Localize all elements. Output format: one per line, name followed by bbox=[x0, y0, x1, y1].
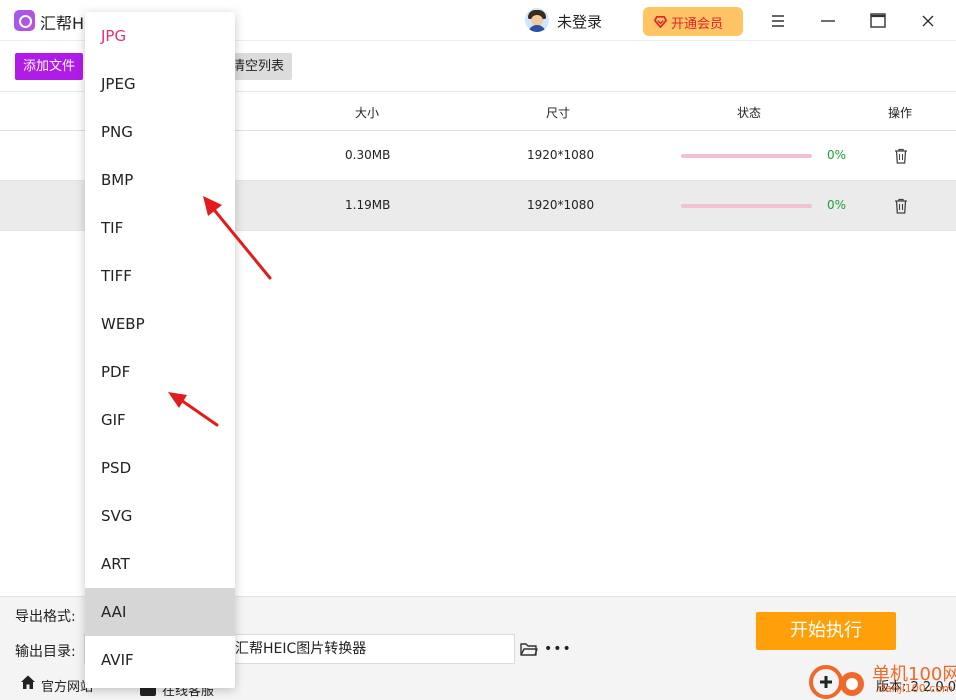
format-option-jpeg[interactable]: JPEG bbox=[85, 60, 235, 108]
add-file-button[interactable]: 添加文件 bbox=[15, 53, 83, 80]
format-option-aai[interactable]: AAI bbox=[85, 588, 235, 636]
file-size: 0.30MB bbox=[345, 148, 391, 162]
file-dimensions: 1920*1080 bbox=[527, 148, 595, 162]
format-option-jpg[interactable]: JPG bbox=[85, 12, 235, 60]
watermark-logo-icon bbox=[809, 665, 864, 699]
trash-icon[interactable] bbox=[894, 198, 908, 214]
format-option-art[interactable]: ART bbox=[85, 540, 235, 588]
column-header-actions: 操作 bbox=[888, 106, 913, 120]
start-button[interactable]: 开始执行 bbox=[756, 612, 896, 650]
trash-icon[interactable] bbox=[894, 148, 908, 164]
progress-bar bbox=[681, 204, 812, 208]
vip-label: 开通会员 bbox=[671, 17, 724, 32]
format-option-webp[interactable]: WEBP bbox=[85, 300, 235, 348]
minimize-icon[interactable] bbox=[817, 10, 839, 32]
format-option-svg[interactable]: SVG bbox=[85, 492, 235, 540]
column-header-status: 状态 bbox=[737, 106, 762, 120]
column-header-size: 大小 bbox=[355, 106, 380, 120]
maximize-icon[interactable] bbox=[867, 10, 889, 32]
column-header-dimensions: 尺寸 bbox=[546, 106, 571, 120]
login-label[interactable]: 未登录 bbox=[557, 11, 602, 32]
progress-text: 0% bbox=[827, 198, 847, 212]
format-option-pdf[interactable]: PDF bbox=[85, 348, 235, 396]
menu-icon[interactable] bbox=[767, 10, 789, 32]
watermark: 单机100网 danji100.com bbox=[808, 660, 956, 700]
format-option-gif[interactable]: GIF bbox=[85, 396, 235, 444]
folder-icon[interactable] bbox=[520, 641, 538, 657]
app-logo-icon bbox=[14, 10, 35, 31]
watermark-subtext: danji100.com bbox=[878, 682, 953, 695]
progress-text: 0% bbox=[827, 148, 847, 162]
home-icon[interactable] bbox=[20, 674, 36, 690]
format-option-tif[interactable]: TIF bbox=[85, 204, 235, 252]
diamond-icon bbox=[654, 15, 667, 28]
avatar[interactable] bbox=[525, 8, 549, 32]
vip-button[interactable]: 开通会员 bbox=[643, 7, 743, 36]
output-dir-label: 输出目录: bbox=[15, 644, 76, 660]
export-format-label: 导出格式: bbox=[15, 609, 76, 625]
file-size: 1.19MB bbox=[345, 198, 391, 212]
progress-bar bbox=[681, 154, 812, 158]
format-option-psd[interactable]: PSD bbox=[85, 444, 235, 492]
more-icon[interactable]: ••• bbox=[544, 641, 571, 657]
format-option-bmp[interactable]: BMP bbox=[85, 156, 235, 204]
close-icon[interactable] bbox=[917, 10, 939, 32]
format-option-tiff[interactable]: TIFF bbox=[85, 252, 235, 300]
format-option-png[interactable]: PNG bbox=[85, 108, 235, 156]
format-dropdown[interactable]: JPG JPEG PNG BMP TIF TIFF WEBP PDF GIF P… bbox=[85, 12, 235, 688]
file-dimensions: 1920*1080 bbox=[527, 198, 595, 212]
format-option-avif[interactable]: AVIF bbox=[85, 636, 235, 684]
